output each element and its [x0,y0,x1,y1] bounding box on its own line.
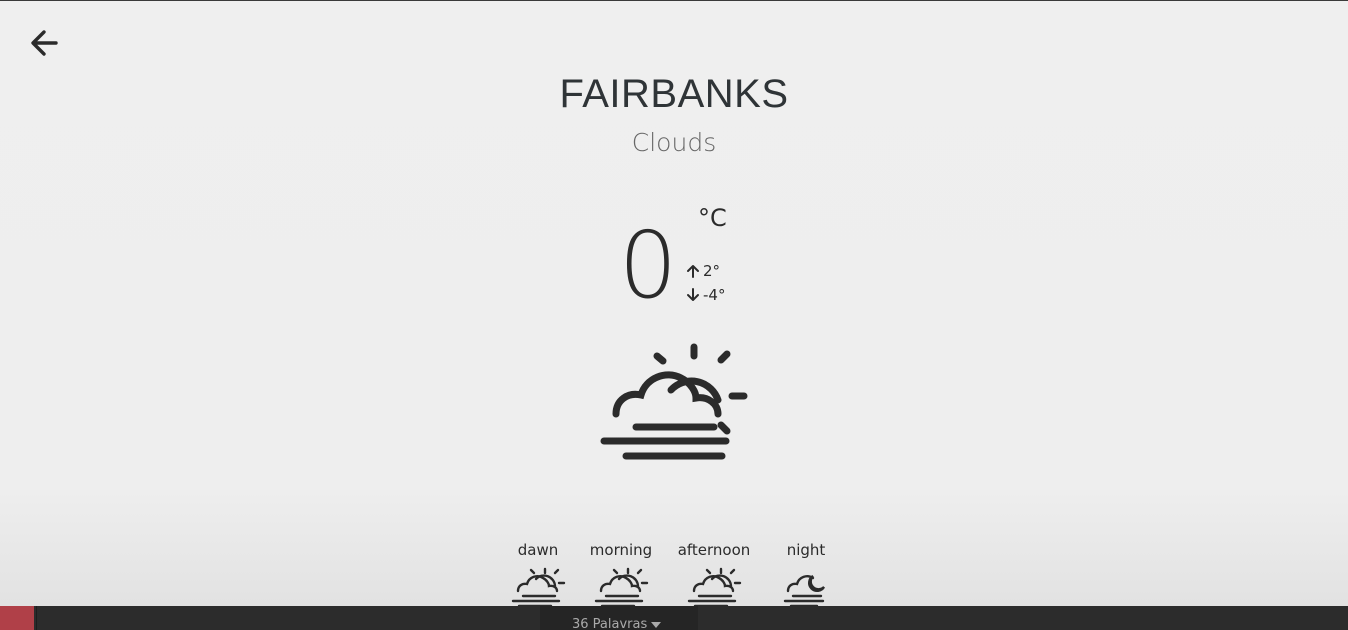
arrow-left-icon [31,30,58,56]
high-temperature: 2° [686,262,720,280]
moon-cloud-fog-icon [783,574,826,606]
current-temperature: 0 [618,212,678,319]
taskbar-start-button[interactable] [0,606,34,630]
low-temperature-value: -4° [703,286,726,304]
taskbar: 36 Palavras [0,606,1348,630]
back-button[interactable] [26,26,62,60]
partly-cloudy-fog-icon [600,343,748,460]
word-count-label: 36 Palavras [572,617,648,630]
arrow-down-icon [687,288,699,301]
sun-cloud-fog-icon [594,567,649,606]
word-count-dropdown[interactable]: 36 Palavras [572,617,662,630]
city-name: FAIRBANKS [559,72,789,116]
sun-cloud-fog-icon [687,567,742,606]
temperature-unit: °C [698,204,727,232]
forecast-morning: morning [588,540,654,606]
forecast-dawn: dawn [508,540,568,606]
taskbar-divider [36,606,37,630]
forecast-night: night [778,540,834,606]
caret-down-icon [651,621,662,628]
top-border [0,0,1348,1]
forecast-afternoon: afternoon [674,540,754,606]
forecast-strip: dawn morning afternoon night [508,540,838,606]
forecast-label: night [786,541,826,559]
sun-cloud-fog-icon [511,567,566,606]
forecast-label: morning [589,541,653,559]
high-temperature-value: 2° [703,262,721,280]
low-temperature: -4° [686,286,725,304]
weather-app: FAIRBANKS Clouds 0 °C 2° -4° dawn mornin… [0,0,1348,630]
arrow-up-icon [687,265,699,278]
forecast-label: afternoon [677,541,751,559]
forecast-label: dawn [517,541,559,559]
weather-condition: Clouds [631,128,717,157]
